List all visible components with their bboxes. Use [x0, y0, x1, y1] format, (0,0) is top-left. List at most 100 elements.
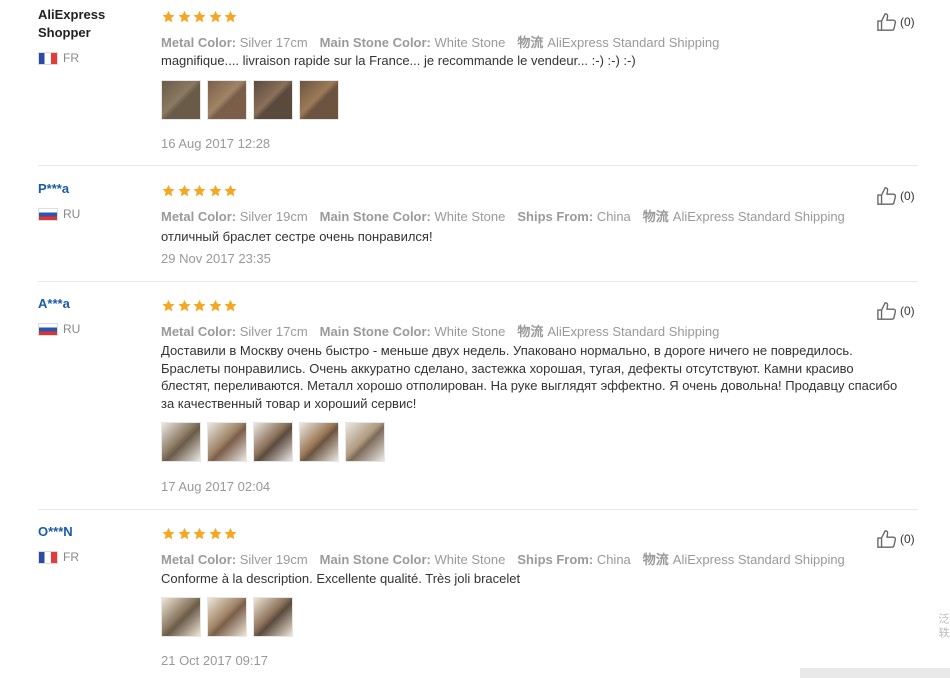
attribute-label: Main Stone Color:	[319, 35, 431, 50]
bracelet-photo[interactable]	[161, 422, 201, 462]
attribute-value: Silver 17cm	[239, 35, 308, 50]
flag-fr-icon	[38, 51, 58, 65]
star-icon	[161, 299, 176, 313]
photo-thumbnail	[346, 423, 384, 461]
bracelet-photo[interactable]	[299, 422, 339, 462]
order-attribute: Metal Color: Silver 19cm	[161, 209, 308, 224]
bracelet-photo[interactable]	[161, 597, 201, 637]
photo-thumbnail	[300, 423, 338, 461]
attribute-value: White Stone	[434, 209, 506, 224]
thumbs-up-icon[interactable]	[876, 12, 900, 32]
order-attribute: Metal Color: Silver 17cm	[161, 324, 308, 339]
photo-thumbnail	[208, 423, 246, 461]
thumbs-up-icon[interactable]	[876, 529, 900, 549]
logistics-icon: 物流	[517, 35, 544, 50]
order-attribute: Metal Color: Silver 19cm	[161, 552, 308, 567]
star-icon	[223, 527, 238, 541]
thumbs-up-icon[interactable]	[876, 186, 900, 206]
helpful-count: (0)	[900, 304, 915, 318]
star-rating	[161, 527, 239, 543]
photo-thumbnail	[300, 81, 338, 119]
photo-thumbnail	[162, 81, 200, 119]
flag-fr-icon	[38, 550, 58, 564]
star-icon	[161, 527, 176, 541]
reviewer-country: FR	[38, 550, 79, 564]
logistics-icon: 物流	[517, 324, 544, 339]
helpful-button[interactable]: (0)	[876, 301, 915, 321]
reviewer-country: FR	[38, 51, 79, 65]
flag-ru-icon	[38, 207, 58, 221]
review-photos	[161, 597, 299, 637]
pouch-photo[interactable]	[253, 597, 293, 637]
helpful-count: (0)	[900, 15, 915, 29]
photo-thumbnail	[254, 598, 292, 636]
star-icon	[161, 10, 176, 24]
photo-thumbnail	[254, 423, 292, 461]
shipping-method: 物流 AliExpress Standard Shipping	[643, 209, 845, 224]
review-date: 17 Aug 2017 02:04	[161, 479, 271, 494]
review-text: magnifique.... livraison rapide sur la F…	[161, 53, 636, 68]
star-icon	[208, 184, 223, 198]
shipping-method: 物流 AliExpress Standard Shipping	[517, 324, 719, 339]
review-date: 21 Oct 2017 09:17	[161, 653, 268, 668]
attribute-value: White Stone	[434, 324, 506, 339]
shipping-value: AliExpress Standard Shipping	[547, 324, 720, 339]
bracelet-wrist-photo[interactable]	[299, 80, 339, 120]
country-code: FR	[63, 51, 79, 65]
country-code: RU	[63, 207, 81, 221]
reviewer-name[interactable]: P***a	[38, 180, 148, 198]
side-glyph: 泛 轶	[937, 613, 949, 639]
review-item: O***N FR Metal Color: Silver 19cm Main Ston…	[0, 523, 950, 678]
review-photos	[161, 80, 345, 120]
star-icon	[208, 527, 223, 541]
bracelet-wrist-photo[interactable]	[207, 80, 247, 120]
review-divider	[38, 509, 918, 510]
review-item: AliExpress Shopper FR Metal Color: Silver …	[0, 6, 950, 165]
review-text: отличный браслет сестре очень понравился…	[161, 229, 433, 244]
star-rating	[161, 10, 239, 26]
order-attributes: Metal Color: Silver 17cm Main Stone Color…	[161, 321, 731, 340]
country-code: FR	[63, 550, 79, 564]
logistics-icon: 物流	[642, 209, 669, 224]
shipping-method: 物流 AliExpress Standard Shipping	[517, 35, 719, 50]
reviewer-name[interactable]: A***a	[38, 295, 148, 313]
attribute-value: Silver 17cm	[239, 324, 308, 339]
review-item: A***a RU Metal Color: Silver 17cm Main Ston…	[0, 295, 950, 509]
bracelet-photo[interactable]	[207, 597, 247, 637]
star-icon	[192, 527, 207, 541]
shipping-value: AliExpress Standard Shipping	[547, 35, 720, 50]
attribute-label: Metal Color:	[161, 552, 237, 567]
flag-ru-icon	[38, 322, 58, 336]
attribute-value: Silver 19cm	[239, 209, 308, 224]
attribute-value: China	[596, 552, 631, 567]
star-rating	[161, 184, 239, 200]
helpful-button[interactable]: (0)	[876, 12, 915, 32]
order-attributes: Metal Color: Silver 19cm Main Stone Color…	[161, 549, 857, 568]
reviewer-country: RU	[38, 207, 80, 221]
review-photos	[161, 422, 391, 462]
photo-thumbnail	[208, 81, 246, 119]
star-icon	[208, 10, 223, 24]
helpful-button[interactable]: (0)	[876, 186, 915, 206]
helpful-button[interactable]: (0)	[876, 529, 915, 549]
bracelet-photo[interactable]	[207, 422, 247, 462]
bracelet-photo[interactable]	[345, 422, 385, 462]
horizontal-scrollbar[interactable]	[800, 668, 950, 678]
star-icon	[208, 299, 223, 313]
thumbs-up-icon[interactable]	[876, 301, 900, 321]
order-attribute: Ships From: China	[517, 552, 630, 567]
attribute-label: Main Stone Color:	[319, 324, 431, 339]
bracelet-photo[interactable]	[253, 422, 293, 462]
order-attribute: Metal Color: Silver 17cm	[161, 35, 308, 50]
bracelet-wrist-photo[interactable]	[253, 80, 293, 120]
star-icon	[223, 299, 238, 313]
star-icon	[161, 184, 176, 198]
star-icon	[192, 10, 207, 24]
reviewer-name[interactable]: O***N	[38, 523, 148, 541]
attribute-label: Ships From:	[517, 209, 594, 224]
photo-thumbnail	[254, 81, 292, 119]
shipping-value: AliExpress Standard Shipping	[672, 552, 845, 567]
photo-thumbnail	[208, 598, 246, 636]
shipping-method: 物流 AliExpress Standard Shipping	[643, 552, 845, 567]
bracelet-wrist-photo[interactable]	[161, 80, 201, 120]
